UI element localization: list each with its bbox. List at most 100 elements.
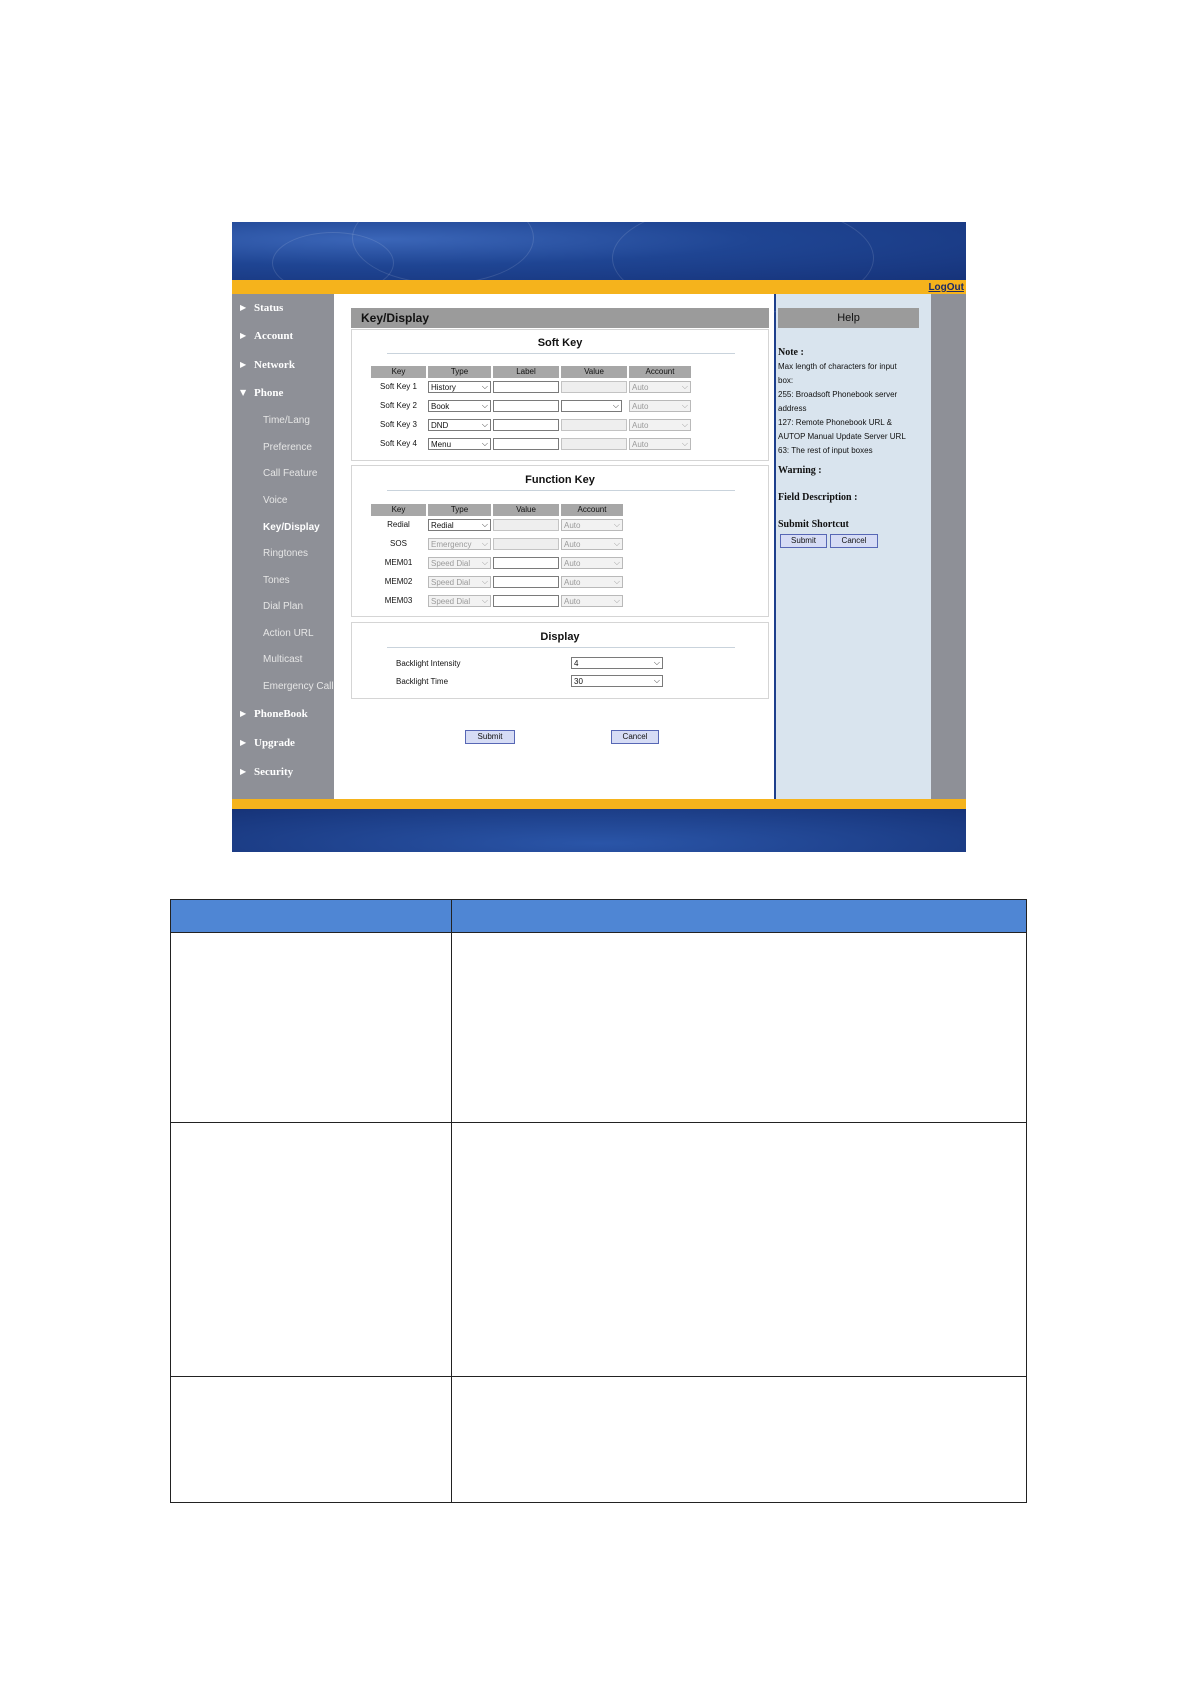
soft-key-2-account-select[interactable]: Auto ⌵ bbox=[629, 400, 691, 412]
table-header-cell bbox=[170, 899, 452, 933]
soft-key-4-account-select[interactable]: Auto ⌵ bbox=[629, 438, 691, 450]
function-key-mem03-type-select[interactable]: Speed Dial ⌵ bbox=[428, 595, 491, 607]
soft-key-header-value: Value bbox=[561, 366, 627, 378]
sidebar-item-upgrade[interactable]: Upgrade bbox=[254, 737, 295, 749]
selected-value: Speed Dial bbox=[431, 578, 471, 587]
triangle-down-icon: ▼ bbox=[240, 388, 247, 397]
chevron-down-icon: ⌵ bbox=[481, 420, 488, 429]
sidebar-item-phonebook[interactable]: PhoneBook bbox=[254, 708, 308, 720]
sidebar-subitem-emergency-call[interactable]: Emergency Call bbox=[263, 681, 334, 692]
function-key-redial-label: Redial bbox=[387, 520, 410, 529]
function-key-mem02-value-input[interactable] bbox=[493, 576, 559, 588]
triangle-right-icon: ▶ bbox=[240, 303, 247, 312]
function-key-mem03-account-select[interactable]: Auto ⌵ bbox=[561, 595, 623, 607]
sidebar-item-status[interactable]: Status bbox=[254, 302, 283, 314]
table-header-row bbox=[170, 899, 1027, 933]
help-submit-button[interactable]: Submit bbox=[780, 534, 827, 548]
bottom-yellow-bar bbox=[232, 799, 966, 809]
soft-key-1-type-select[interactable]: History ⌵ bbox=[428, 381, 491, 393]
function-key-redial-type-select[interactable]: Redial ⌵ bbox=[428, 519, 491, 531]
backlight-time-select[interactable]: 30 ⌵ bbox=[571, 675, 663, 687]
chevron-down-icon: ⌵ bbox=[681, 401, 688, 410]
selected-value: Auto bbox=[632, 383, 649, 392]
soft-key-3-account-select[interactable]: Auto ⌵ bbox=[629, 419, 691, 431]
soft-key-1-label-input[interactable] bbox=[493, 381, 559, 393]
chevron-down-icon: ⌵ bbox=[481, 596, 488, 605]
logout-link[interactable]: LogOut bbox=[928, 282, 964, 293]
soft-key-3-label: Soft Key 3 bbox=[380, 420, 417, 429]
chevron-down-icon: ⌵ bbox=[613, 520, 620, 529]
sidebar-item-account[interactable]: Account bbox=[254, 330, 293, 342]
help-title: Help bbox=[778, 308, 919, 328]
sidebar-subitem-ringtones[interactable]: Ringtones bbox=[263, 548, 308, 559]
backlight-intensity-select[interactable]: 4 ⌵ bbox=[571, 657, 663, 669]
selected-value: Auto bbox=[564, 540, 581, 549]
chevron-down-icon: ⌵ bbox=[613, 558, 620, 567]
selected-value: 4 bbox=[574, 659, 579, 668]
function-key-sos-account-select[interactable]: Auto ⌵ bbox=[561, 538, 623, 550]
backlight-intensity-label: Backlight Intensity bbox=[396, 659, 461, 668]
soft-key-1-value-input[interactable] bbox=[561, 381, 627, 393]
note-line: Max length of characters for input bbox=[778, 362, 897, 371]
selected-value: Auto bbox=[564, 597, 581, 606]
soft-key-1-account-select[interactable]: Auto ⌵ bbox=[629, 381, 691, 393]
sidebar-subitem-voice[interactable]: Voice bbox=[263, 495, 287, 506]
sidebar-subitem-multicast[interactable]: Multicast bbox=[263, 654, 302, 665]
function-key-mem01-label: MEM01 bbox=[384, 558, 413, 567]
soft-key-2-label-input[interactable] bbox=[493, 400, 559, 412]
sidebar-subitem-time-lang[interactable]: Time/Lang bbox=[263, 415, 310, 426]
table-cell bbox=[451, 1376, 1027, 1503]
chevron-down-icon: ⌵ bbox=[653, 658, 660, 667]
function-key-sos-type-select[interactable]: Emergency ⌵ bbox=[428, 538, 491, 550]
triangle-right-icon: ▶ bbox=[240, 738, 247, 747]
soft-key-4-value-input[interactable] bbox=[561, 438, 627, 450]
sidebar-nav: ▶ Status ▶ Account ▶ Network ▼ Phone Tim… bbox=[232, 294, 334, 799]
top-banner bbox=[232, 222, 966, 314]
soft-key-header-type: Type bbox=[428, 366, 491, 378]
submit-shortcut-label: Submit Shortcut bbox=[778, 519, 849, 530]
soft-key-3-type-select[interactable]: DND ⌵ bbox=[428, 419, 491, 431]
sidebar-item-phone[interactable]: Phone bbox=[254, 387, 283, 399]
function-key-mem01-account-select[interactable]: Auto ⌵ bbox=[561, 557, 623, 569]
soft-key-3-value-input[interactable] bbox=[561, 419, 627, 431]
function-key-mem01-type-select[interactable]: Speed Dial ⌵ bbox=[428, 557, 491, 569]
sidebar-subitem-call-feature[interactable]: Call Feature bbox=[263, 468, 317, 479]
soft-key-4-label-input[interactable] bbox=[493, 438, 559, 450]
help-cancel-button[interactable]: Cancel bbox=[830, 534, 878, 548]
soft-key-4-type-select[interactable]: Menu ⌵ bbox=[428, 438, 491, 450]
warning-label: Warning : bbox=[778, 465, 822, 476]
triangle-right-icon: ▶ bbox=[240, 709, 247, 718]
note-line: 63: The rest of input boxes bbox=[778, 446, 873, 455]
selected-value: Emergency bbox=[431, 540, 472, 549]
note-line: 255: Broadsoft Phonebook server bbox=[778, 390, 898, 399]
sidebar-subitem-tones[interactable]: Tones bbox=[263, 575, 290, 586]
sidebar-subitem-action-url[interactable]: Action URL bbox=[263, 628, 314, 639]
soft-key-3-label-input[interactable] bbox=[493, 419, 559, 431]
function-key-sos-value-input[interactable] bbox=[493, 538, 559, 550]
chevron-down-icon: ⌵ bbox=[481, 382, 488, 391]
function-key-mem01-value-input[interactable] bbox=[493, 557, 559, 569]
note-line: 127: Remote Phonebook URL & bbox=[778, 418, 892, 427]
function-key-mem02-type-select[interactable]: Speed Dial ⌵ bbox=[428, 576, 491, 588]
sidebar-item-security[interactable]: Security bbox=[254, 766, 293, 778]
table-cell bbox=[170, 1122, 452, 1377]
cancel-button[interactable]: Cancel bbox=[611, 730, 659, 744]
soft-key-2-value-select[interactable]: ⌵ bbox=[561, 400, 622, 412]
function-key-redial-account-select[interactable]: Auto ⌵ bbox=[561, 519, 623, 531]
sidebar-subitem-dial-plan[interactable]: Dial Plan bbox=[263, 601, 303, 612]
submit-button[interactable]: Submit bbox=[465, 730, 515, 744]
function-key-panel: Function Key Key Type Value Account Redi… bbox=[351, 465, 769, 617]
sidebar-subitem-key-display[interactable]: Key/Display bbox=[263, 522, 320, 533]
sidebar-subitem-preference[interactable]: Preference bbox=[263, 442, 312, 453]
soft-key-2-type-select[interactable]: Book ⌵ bbox=[428, 400, 491, 412]
soft-key-4-label: Soft Key 4 bbox=[380, 439, 417, 448]
table-row bbox=[170, 1122, 1027, 1377]
soft-key-header-label: Label bbox=[493, 366, 559, 378]
sidebar-item-network[interactable]: Network bbox=[254, 359, 295, 371]
selected-value: Speed Dial bbox=[431, 559, 471, 568]
function-key-redial-value-input[interactable] bbox=[493, 519, 559, 531]
selected-value: Auto bbox=[564, 578, 581, 587]
table-cell bbox=[451, 1122, 1027, 1377]
function-key-mem03-value-input[interactable] bbox=[493, 595, 559, 607]
function-key-mem02-account-select[interactable]: Auto ⌵ bbox=[561, 576, 623, 588]
